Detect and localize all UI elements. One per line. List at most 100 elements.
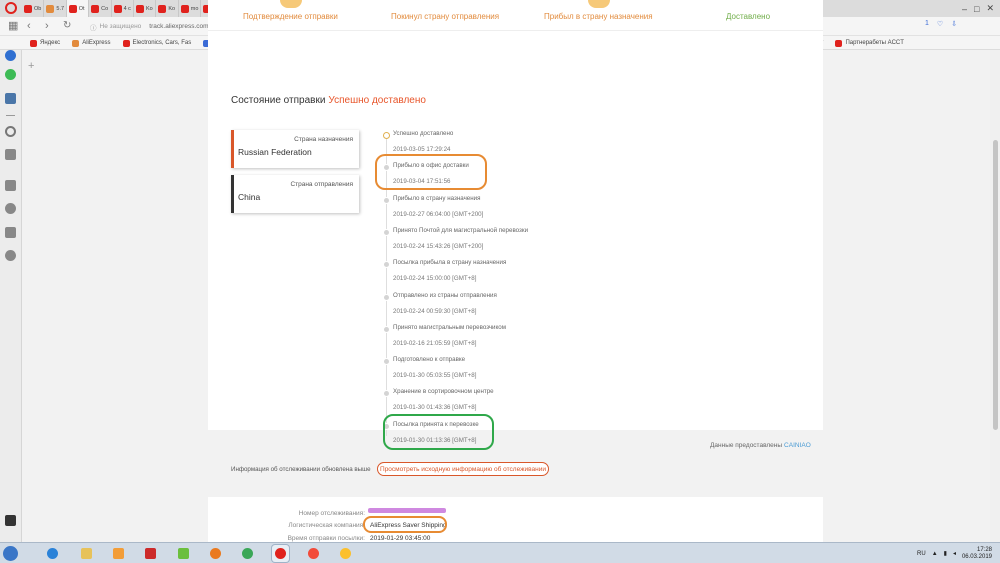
origin-label: Страна отправления: [290, 181, 353, 188]
event-time: 2019-02-24 15:00:00 [GMT+8]: [393, 275, 477, 283]
bookmark-item[interactable]: AliExpress: [72, 39, 111, 47]
security-label: Не защищено: [99, 23, 142, 30]
view-original-info-button[interactable]: Просмотреть исходную информацию об отсле…: [377, 462, 549, 476]
bookmark-favicon-icon: [72, 39, 80, 47]
firefox-icon[interactable]: [207, 545, 224, 562]
bookmark-label: Electronics, Cars, Fas: [132, 40, 192, 46]
ship-time-value: 2019-01-29 03:45:00: [370, 535, 431, 542]
event-time: 2019-02-24 15:43:26 [GMT+200]: [393, 242, 484, 250]
system-tray: RU ▲ ▮ ◂ 17:28 06.03.2019: [917, 545, 992, 562]
carrier-label: Логистическая компания:: [288, 522, 365, 529]
wifi-icon[interactable]: [175, 545, 192, 562]
chrome-icon[interactable]: [239, 545, 256, 562]
browser-tab[interactable]: Co: [89, 0, 112, 17]
close-icon[interactable]: ✕: [986, 3, 994, 14]
language-indicator[interactable]: RU: [917, 551, 926, 557]
tab-favicon-icon: [113, 4, 122, 13]
info-icon[interactable]: ⓘ: [90, 22, 97, 32]
separator-line: [6, 115, 15, 116]
bookmark-item[interactable]: Electronics, Cars, Fas: [122, 39, 192, 47]
browser-tab[interactable]: 5.7: [44, 0, 67, 17]
browser-tab[interactable]: 4 c: [112, 0, 134, 17]
destination-label: Страна назначения: [294, 136, 353, 143]
ie-icon[interactable]: [44, 545, 61, 562]
browser-tab[interactable]: mo: [179, 0, 202, 17]
event-time: 2019-03-05 17:29:24: [393, 146, 451, 153]
search-icon[interactable]: [5, 126, 16, 137]
messenger-icon[interactable]: [5, 50, 16, 61]
camera-icon[interactable]: [5, 149, 16, 160]
scroll-thumb[interactable]: [993, 140, 998, 430]
add-panel-icon[interactable]: +: [28, 60, 34, 72]
bookmark-item[interactable]: Яндекс: [30, 39, 60, 47]
windows-taskbar: RU ▲ ▮ ◂ 17:28 06.03.2019: [0, 542, 1000, 563]
download-icon[interactable]: ⇩: [951, 20, 957, 28]
yandex-browser-icon[interactable]: [305, 545, 322, 562]
event-title: Подготовлено к отправке: [393, 356, 466, 364]
stage-marker: [588, 0, 610, 8]
tray-arrow-icon[interactable]: ▲: [932, 551, 938, 557]
heart-icon[interactable]: ♡: [937, 20, 943, 28]
bookmark-item[interactable]: Партнерабеты ACCT: [835, 39, 904, 47]
sidebar-toggle-icon[interactable]: [5, 515, 16, 526]
app-icon[interactable]: [142, 545, 159, 562]
event-title: Прибыло в страну назначения: [393, 194, 481, 202]
volume-icon[interactable]: ◂: [953, 550, 956, 557]
minimize-icon[interactable]: –: [962, 4, 967, 14]
tab-label: Co: [101, 5, 109, 12]
event-title: Принято Почтой для магистральной перевоз…: [393, 226, 529, 234]
event-time: 2019-02-16 21:05:59 [GMT+8]: [393, 339, 477, 347]
provider-name[interactable]: CAINIAO: [784, 442, 811, 449]
media-player-icon[interactable]: [110, 545, 127, 562]
origin-name: China: [238, 192, 261, 202]
bookmark-label: Партнерабеты ACCT: [845, 40, 904, 46]
history-icon[interactable]: [5, 250, 16, 261]
bookmark-favicon-icon: [835, 39, 843, 47]
timeline-dot-icon: [383, 293, 390, 301]
start-button[interactable]: [3, 546, 18, 561]
event-time: 2019-02-24 00:59:30 [GMT+8]: [393, 307, 477, 315]
status-value: Успешно доставлено: [328, 95, 426, 106]
reload-icon[interactable]: ↻: [63, 20, 71, 32]
timeline-dot-icon: [383, 228, 390, 236]
forward-arrow-icon[interactable]: ›: [45, 20, 49, 32]
opera-sidebar: +: [0, 50, 22, 542]
browser-tab[interactable]: Ko: [134, 0, 157, 17]
event-title: Отправлено из страны отправления: [393, 291, 497, 299]
stage-label: Покинул страну отправления: [391, 12, 500, 21]
destination-name: Russian Federation: [238, 147, 312, 157]
browser-tab[interactable]: Ob: [22, 0, 45, 17]
stage-marker: [280, 0, 302, 8]
back-arrow-icon[interactable]: ‹: [27, 20, 31, 32]
news-icon[interactable]: [5, 227, 16, 238]
network-icon[interactable]: ▮: [944, 550, 947, 557]
whatsapp-icon[interactable]: [5, 69, 16, 80]
opera-logo-icon[interactable]: [5, 2, 17, 14]
heart-icon[interactable]: [5, 203, 16, 214]
browser-tab[interactable]: Ko: [156, 0, 179, 17]
maximize-icon[interactable]: □: [974, 4, 979, 14]
clock[interactable]: 17:28 06.03.2019: [962, 547, 992, 561]
bookmark-favicon-icon: [122, 39, 130, 47]
stage-label: Подтверждение отправки: [243, 12, 338, 21]
window-controls: – □ ✕: [962, 0, 998, 17]
orange-highlight-circle: [375, 154, 487, 190]
page-scrollbar[interactable]: [990, 50, 1000, 542]
speed-dial-icon[interactable]: [5, 180, 16, 191]
chrome-icon[interactable]: [337, 545, 354, 562]
vk-icon[interactable]: [5, 93, 16, 104]
timeline-dot-icon: [383, 325, 390, 333]
opera-taskbar-icon[interactable]: [272, 545, 289, 562]
grid-icon[interactable]: ▦: [8, 20, 18, 32]
explorer-icon[interactable]: [78, 545, 95, 562]
origin-country-box: Страна отправления China: [231, 175, 359, 213]
delivered-dot-icon: [383, 132, 390, 139]
browser-tab[interactable]: Ot: [66, 0, 90, 17]
green-highlight-circle: [383, 414, 494, 450]
vpn-badge[interactable]: 1: [925, 20, 929, 28]
event-time: 2019-01-30 05:03:55 [GMT+8]: [393, 372, 477, 380]
tab-favicon-icon: [68, 4, 77, 13]
stage-label: Прибыл в страну назначения: [544, 12, 653, 21]
tab-label: mo: [190, 5, 199, 12]
timeline-dot-icon: [383, 196, 390, 204]
